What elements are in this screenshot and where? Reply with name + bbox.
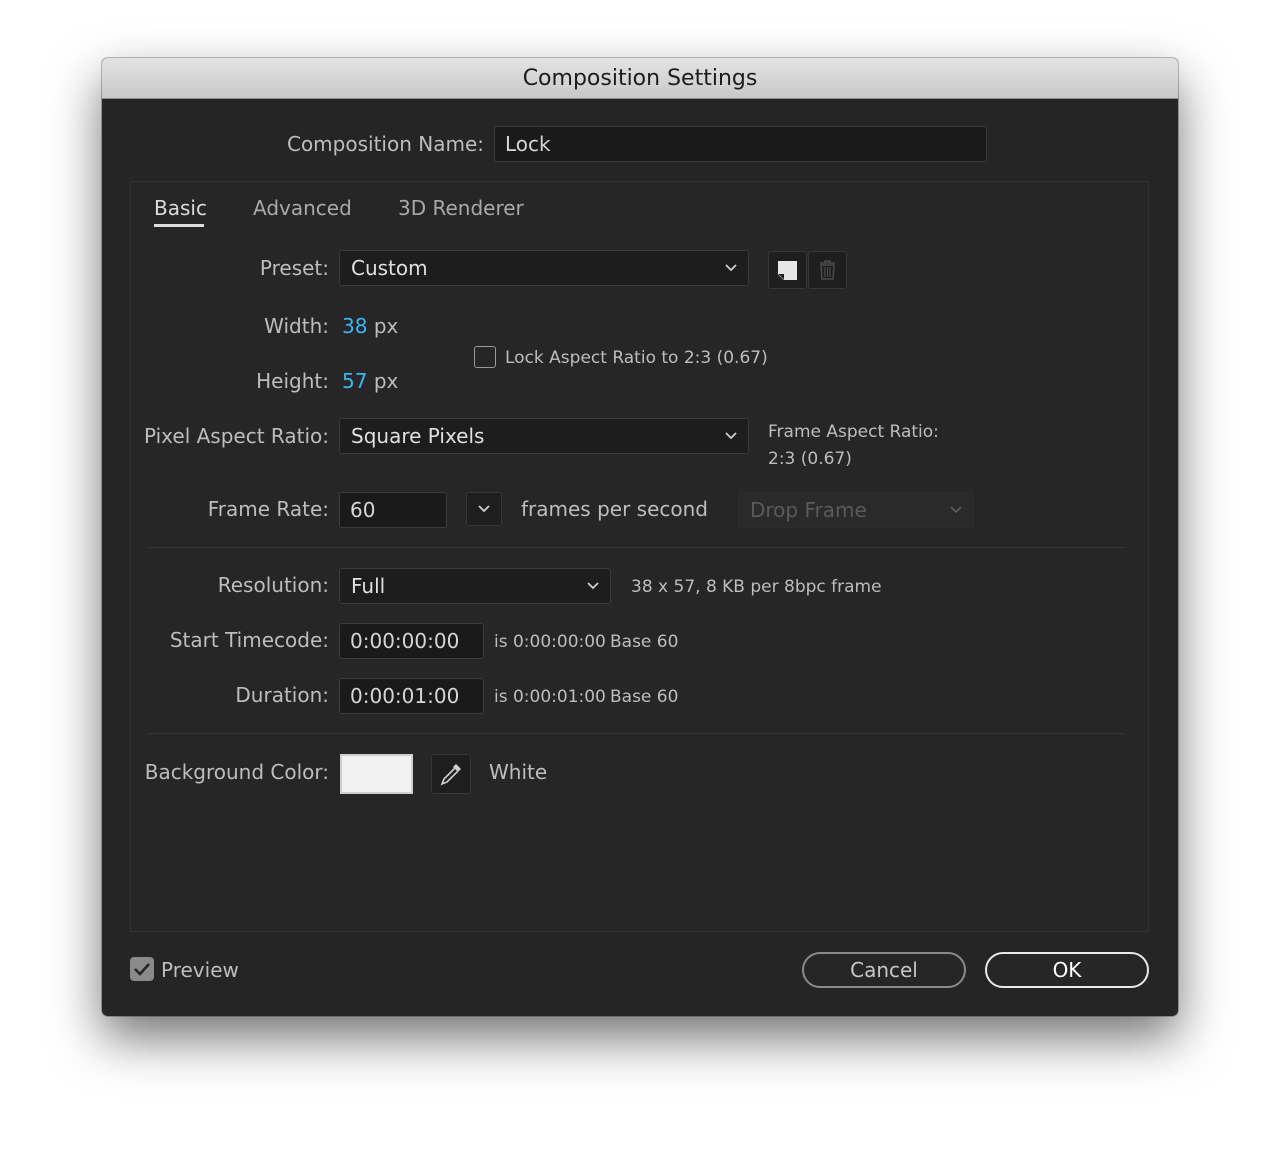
separator [148,547,1125,548]
duration-is-text: is 0:00:01:00 [494,687,606,707]
duration-input[interactable]: 0:00:01:00 [339,678,484,714]
background-color-swatch[interactable] [340,754,413,794]
lock-aspect-checkbox[interactable] [474,346,496,368]
duration-base: Base 60 [610,687,679,707]
background-color-label: Background Color: [144,760,329,784]
tab-3d-renderer[interactable]: 3D Renderer [398,196,524,220]
frame-rate-label: Frame Rate: [207,497,329,521]
start-timecode-label: Start Timecode: [169,628,329,652]
height-label: Height: [256,369,329,393]
ok-button[interactable]: OK [985,952,1149,988]
lock-aspect-label: Lock Aspect Ratio to 2:3 (0.67) [505,348,768,368]
start-timecode-is-text: is 0:00:00:00 [494,632,606,652]
width-unit: px [373,314,399,338]
eyedropper-icon [440,764,461,786]
drop-frame-value: Drop Frame [750,498,867,522]
height-unit: px [373,369,399,393]
composition-settings-dialog: Composition Settings Composition Name: L… [102,58,1178,1016]
frame-aspect-value: 2:3 (0.67) [768,449,852,469]
preset-value: Custom [351,256,428,280]
composition-name-label: Composition Name: [286,132,484,156]
preview-checkbox[interactable] [130,957,154,981]
chevron-down-icon [725,264,737,272]
pixel-aspect-value: Square Pixels [351,424,485,448]
new-preset-icon [777,261,797,281]
start-timecode-base: Base 60 [610,632,679,652]
duration-label: Duration: [235,683,329,707]
settings-panel [130,181,1149,932]
eyedropper-button[interactable] [431,754,471,794]
checkmark-icon [134,963,150,976]
tab-advanced[interactable]: Advanced [253,196,352,220]
resolution-dropdown[interactable]: Full [339,568,611,604]
frames-per-second-label: frames per second [521,497,708,521]
preset-label: Preset: [259,256,329,280]
chevron-down-icon [950,506,962,514]
height-value[interactable]: 57 [342,369,367,393]
tab-basic[interactable]: Basic [154,196,207,220]
background-color-name: White [489,760,548,784]
chevron-down-icon [478,505,490,513]
pixel-aspect-dropdown[interactable]: Square Pixels [339,418,749,454]
save-preset-button[interactable] [768,251,807,289]
preset-dropdown[interactable]: Custom [339,250,749,286]
delete-preset-button[interactable] [808,251,847,289]
separator [148,733,1125,734]
frame-aspect-label: Frame Aspect Ratio: [768,422,939,442]
resolution-info: 38 x 57, 8 KB per 8bpc frame [631,577,882,597]
cancel-button[interactable]: Cancel [802,952,966,988]
trash-icon [820,260,835,280]
width-field[interactable]: 38 px [342,314,398,338]
composition-name-input[interactable]: Lock [494,126,987,162]
frame-rate-dropdown-button[interactable] [466,492,502,526]
active-tab-indicator [154,224,204,227]
height-field[interactable]: 57 px [342,369,398,393]
resolution-label: Resolution: [217,573,329,597]
width-label: Width: [264,314,329,338]
start-timecode-input[interactable]: 0:00:00:00 [339,623,484,659]
resolution-value: Full [351,574,386,598]
pixel-aspect-label: Pixel Aspect Ratio: [144,424,329,448]
window-title: Composition Settings [102,58,1178,99]
drop-frame-dropdown: Drop Frame [738,492,974,528]
chevron-down-icon [587,582,599,590]
width-value[interactable]: 38 [342,314,367,338]
preview-label: Preview [161,958,239,982]
chevron-down-icon [725,432,737,440]
frame-rate-input[interactable]: 60 [339,492,447,528]
